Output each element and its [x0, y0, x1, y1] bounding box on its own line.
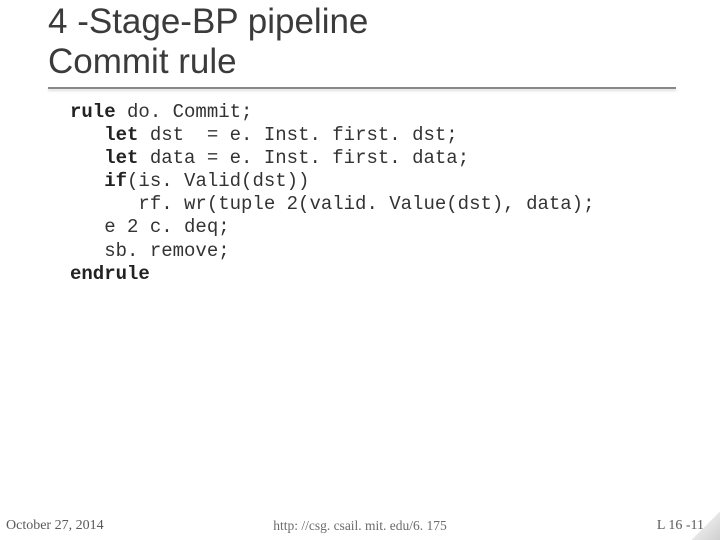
footer-date: October 27, 2014	[6, 518, 104, 534]
code-l2: dst = e. Inst. first. dst;	[138, 124, 457, 146]
code-l6: e 2 c. deq;	[70, 216, 230, 238]
footer-slide-number: L 16 -11	[657, 518, 704, 534]
slide-title-line1: 4 -Stage-BP pipeline	[48, 2, 720, 42]
title-block: 4 -Stage-BP pipeline Commit rule	[0, 0, 720, 89]
kw-endrule: endrule	[70, 263, 150, 285]
code-l3: data = e. Inst. first. data;	[138, 147, 469, 169]
kw-let-1: let	[104, 124, 138, 146]
kw-if: if	[104, 170, 127, 192]
footer-url: http: //csg. csail. mit. edu/6. 175	[273, 518, 447, 534]
slide-title-line2: Commit rule	[48, 42, 720, 82]
code-l5: rf. wr(tuple 2(valid. Value(dst), data);	[70, 193, 595, 215]
kw-rule: rule	[70, 101, 116, 123]
kw-let-2: let	[104, 147, 138, 169]
code-l4: (is. Valid(dst))	[127, 170, 309, 192]
title-underline	[48, 87, 676, 89]
code-l1: do. Commit;	[116, 101, 253, 123]
code-l7: sb. remove;	[70, 240, 230, 262]
slide: 4 -Stage-BP pipeline Commit rule rule do…	[0, 0, 720, 540]
code-block: rule do. Commit; let dst = e. Inst. firs…	[70, 101, 720, 286]
footer: October 27, 2014 http: //csg. csail. mit…	[0, 518, 720, 534]
